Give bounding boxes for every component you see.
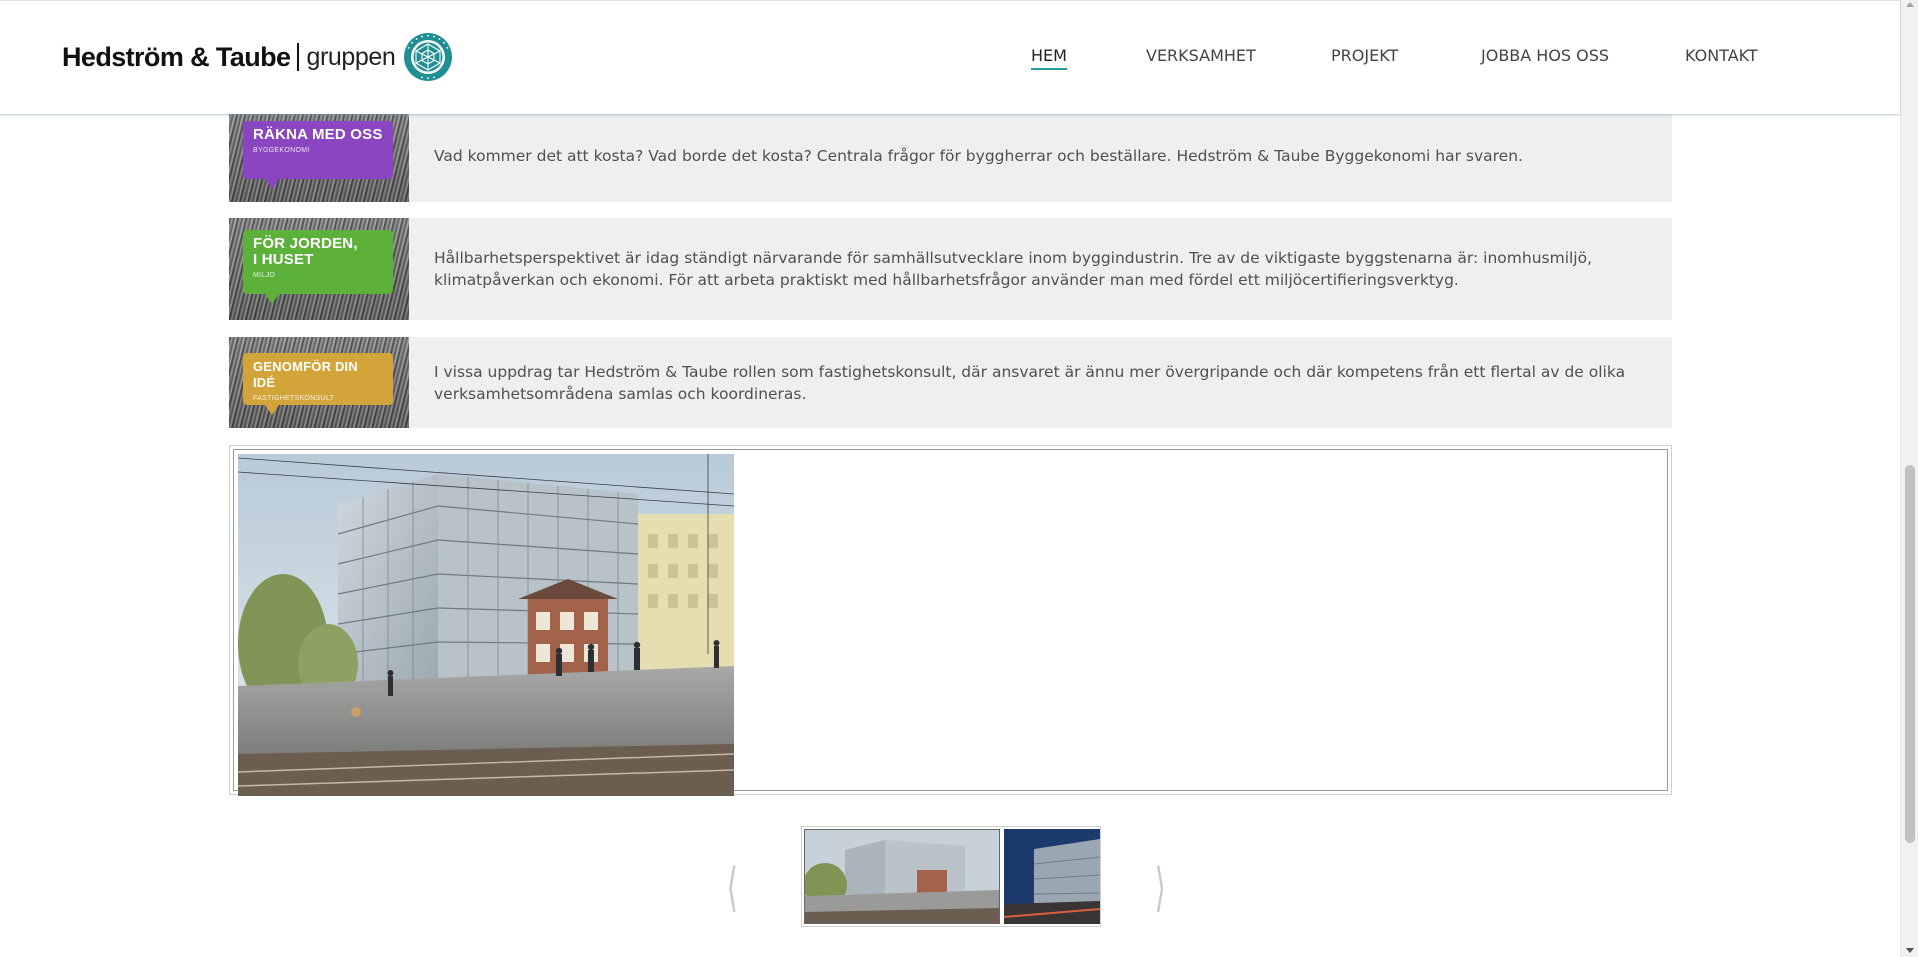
nav-item-hem[interactable]: HEM (1031, 46, 1067, 70)
nav-item-projekt[interactable]: PROJEKT (1331, 46, 1398, 65)
service-description: I vissa uppdrag tar Hedström & Taube rol… (434, 362, 1626, 403)
service-tag-subtitle: MILJÖ (253, 272, 276, 279)
service-tag-title: FÖR JORDEN, I HUSET (253, 235, 358, 268)
service-description: Vad kommer det att kosta? Vad borde det … (434, 147, 1523, 165)
service-tag-title: RÄKNA MED OSS (253, 126, 383, 143)
service-tag: FÖR JORDEN, I HUSET MILJÖ (243, 230, 393, 304)
slider-thumbnails (801, 826, 1101, 927)
scroll-up-icon[interactable] (1906, 2, 1914, 7)
service-tag: GENOMFÖR DIN IDÉ FASTIGHETSKONSULT (243, 353, 393, 415)
scroll-down-icon[interactable] (1906, 948, 1914, 953)
project-slider[interactable] (229, 445, 1672, 796)
nav-item-kontakt[interactable]: KONTAKT (1685, 46, 1758, 65)
service-tag: RÄKNA MED OSS BYGGEKONOMI (243, 121, 393, 189)
service-tag-title: GENOMFÖR DIN IDÉ (253, 359, 358, 390)
building-rendering-image (238, 454, 734, 796)
service-tag-subtitle: BYGGEKONOMI (253, 147, 310, 154)
main-nav: HEM VERKSAMHET PROJEKT JOBBA HOS OSS KON… (0, 46, 1900, 70)
service-thumbnail: GENOMFÖR DIN IDÉ FASTIGHETSKONSULT (229, 337, 409, 428)
slider-frame (233, 449, 1668, 796)
service-row-fastighetskonsult[interactable]: GENOMFÖR DIN IDÉ FASTIGHETSKONSULT I vis… (229, 337, 1672, 428)
service-row-byggekonomi[interactable]: RÄKNA MED OSS BYGGEKONOMI Vad kommer det… (229, 110, 1672, 202)
service-tag-subtitle: FASTIGHETSKONSULT (253, 395, 335, 402)
service-row-miljo[interactable]: FÖR JORDEN, I HUSET MILJÖ Hållbarhetsper… (229, 218, 1672, 320)
scrollbar-handle[interactable] (1905, 465, 1915, 843)
site-header: Hedström & Taube gruppen HEM VERKSAMHET … (0, 0, 1900, 114)
thumbnail-image (805, 830, 999, 923)
nav-item-jobba-hos-oss[interactable]: JOBBA HOS OSS (1481, 46, 1609, 65)
slider-next-arrow-icon[interactable]: ⟩ (1155, 862, 1166, 914)
slider-thumbnail-1[interactable] (804, 829, 1000, 924)
nav-item-verksamhet[interactable]: VERKSAMHET (1146, 46, 1256, 65)
page: Hedström & Taube gruppen HEM VERKSAMHET … (0, 0, 1918, 957)
service-description: Hållbarhetsperspektivet är idag ständigt… (434, 249, 1593, 289)
thumbnail-image (1004, 829, 1100, 924)
slider-image[interactable] (238, 454, 734, 796)
slider-prev-arrow-icon[interactable]: ⟨ (727, 862, 738, 914)
slider-thumbnail-2[interactable] (1004, 829, 1100, 924)
page-scrollbar[interactable] (1900, 0, 1918, 957)
service-thumbnail: FÖR JORDEN, I HUSET MILJÖ (229, 218, 409, 320)
service-thumbnail: RÄKNA MED OSS BYGGEKONOMI (229, 110, 409, 202)
